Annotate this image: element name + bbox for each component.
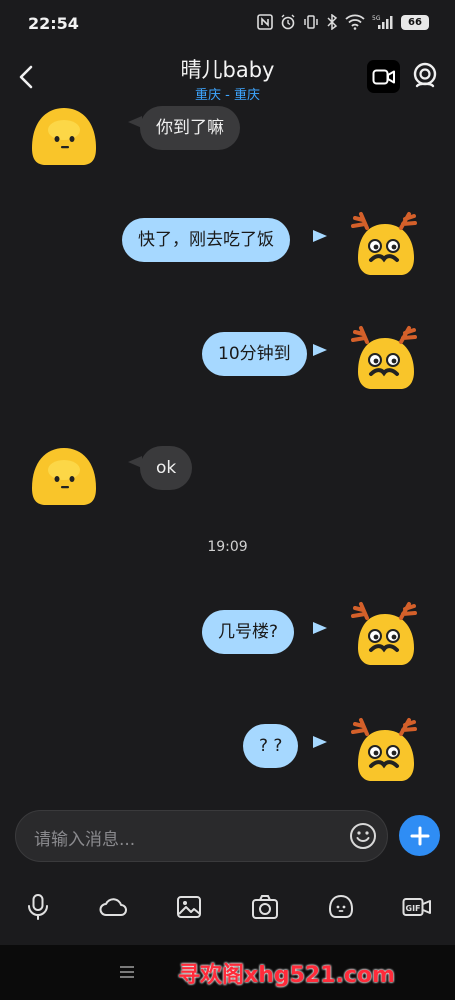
time-divider: 19:09 (207, 539, 248, 555)
contact-avatar[interactable] (24, 440, 104, 520)
user-avatar[interactable] (345, 318, 425, 398)
message-bubble[interactable]: ? ? (243, 724, 299, 768)
plus-icon (410, 826, 429, 845)
message-bubble[interactable]: 几号楼? (202, 610, 295, 654)
message-bubble[interactable]: ok (140, 446, 193, 490)
bluetooth-icon (327, 14, 338, 30)
system-nav-bar: 寻欢阁xhg521.com (0, 945, 455, 1000)
user-avatar[interactable] (345, 594, 425, 674)
signal-icon: 5G (372, 15, 393, 29)
camera-icon[interactable] (250, 892, 280, 922)
status-icons: 5G 66 (257, 14, 429, 30)
emoji-icon[interactable] (349, 822, 377, 850)
mic-icon[interactable] (23, 892, 53, 922)
image-icon[interactable] (174, 892, 204, 922)
status-time: 22:54 (28, 14, 79, 33)
gif-icon[interactable]: GIF (402, 892, 432, 922)
user-avatar[interactable] (345, 204, 425, 284)
profile-icon[interactable] (410, 61, 440, 91)
message-bubble[interactable]: 你到了嘛 (140, 106, 240, 150)
cloud-icon[interactable] (98, 892, 128, 922)
add-button[interactable] (399, 815, 440, 856)
sticker-icon[interactable] (326, 892, 356, 922)
bubble-tail (313, 230, 327, 242)
message-input[interactable]: 请输入消息... (15, 810, 388, 862)
message-list[interactable]: 你到了嘛 快了，刚去吃了饭 10分钟到 ok 19:09 几号楼? ? ? (0, 106, 455, 806)
watermark-logo: 寻欢阁xhg521.com (178, 963, 395, 988)
message-bubble[interactable]: 快了，刚去吃了饭 (122, 218, 290, 262)
input-placeholder: 请输入消息... (34, 830, 136, 850)
bubble-tail (313, 736, 327, 748)
nfc-icon (257, 14, 273, 30)
video-call-button[interactable] (367, 60, 400, 93)
video-camera-icon (372, 69, 395, 84)
svg-text:5G: 5G (372, 15, 381, 22)
wifi-icon (345, 14, 365, 30)
user-avatar[interactable] (345, 710, 425, 790)
menu-icon[interactable] (118, 963, 136, 981)
bubble-tail (313, 622, 327, 634)
bubble-tail (313, 344, 327, 356)
contact-avatar[interactable] (24, 100, 104, 180)
battery-indicator: 66 (401, 14, 429, 30)
svg-text:GIF: GIF (406, 904, 421, 913)
vibrate-icon (304, 15, 318, 29)
message-bubble[interactable]: 10分钟到 (202, 332, 307, 376)
input-toolbar: GIF (0, 888, 455, 928)
alarm-icon (281, 14, 295, 30)
status-bar: 22:54 5G 66 (0, 0, 455, 48)
chat-header: 晴儿baby 重庆 - 重庆 (0, 48, 455, 106)
